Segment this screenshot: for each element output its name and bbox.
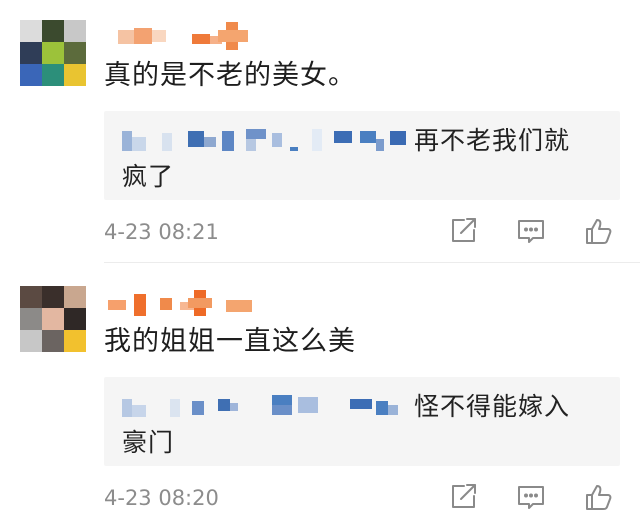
timestamp: 4-23 08:20 [104,486,219,510]
reply-username[interactable] [122,127,412,157]
avatar[interactable] [20,286,86,352]
timestamp: 4-23 08:21 [104,220,219,244]
username[interactable] [118,22,250,52]
reply-box[interactable]: 再不老我们就 疯了 [104,111,620,200]
share-icon[interactable] [448,216,478,246]
reply-text-continued: 豪门 [122,428,175,457]
reply-text: 怪不得能嫁入 [414,392,571,421]
reply-text-continued: 疯了 [122,162,175,191]
username[interactable] [108,288,258,318]
reply-text: 再不老我们就 [414,126,571,155]
comment-icon[interactable] [516,216,546,246]
divider [104,262,640,263]
comment-item: 我的姐姐一直这么美 怪不得能嫁入 豪门 4-23 08:20 [0,266,640,520]
like-icon[interactable] [584,216,614,246]
share-icon[interactable] [448,482,478,512]
avatar[interactable] [20,20,86,86]
comment-text: 真的是不老的美女。 [104,60,356,91]
comment-item: 真的是不老的美女。 再不老我们就 疯了 4-23 08:21 [0,0,640,262]
reply-box[interactable]: 怪不得能嫁入 豪门 [104,377,620,466]
like-icon[interactable] [584,482,614,512]
comment-icon[interactable] [516,482,546,512]
comment-text: 我的姐姐一直这么美 [104,326,356,357]
reply-username[interactable] [122,393,422,423]
